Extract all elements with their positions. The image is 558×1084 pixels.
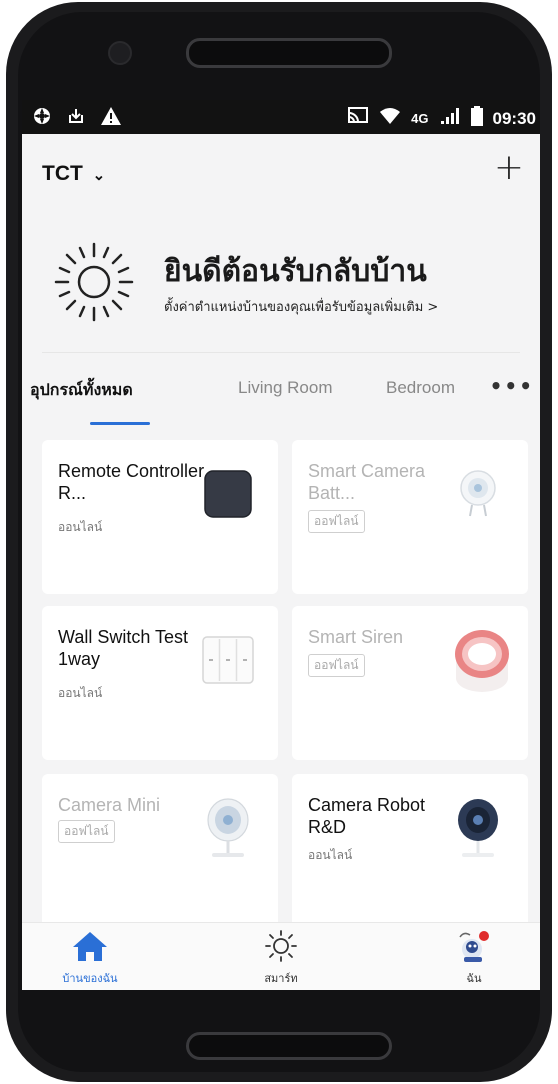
device-name: Camera Mini	[58, 795, 161, 815]
signal-icon	[439, 107, 461, 130]
wall-switch-icon	[202, 636, 254, 684]
nav-label: ฉัน	[466, 972, 482, 985]
device-card-wall-switch[interactable]: Wall Switch Test 1way ออนไลน์	[42, 606, 278, 760]
device-status: ออนไลน์	[58, 520, 103, 534]
welcome-title: ยินดีต้อนรับกลับบ้าน	[164, 254, 427, 289]
device-card-camera-robot[interactable]: Camera Robot R&D ออนไลน์	[292, 774, 528, 928]
smart-camera-icon	[460, 470, 496, 517]
app-header: TCT ⌄ +	[22, 134, 540, 214]
status-bar-notifications	[32, 106, 122, 131]
device-card-remote-controller[interactable]: Remote Controller R... ออนไลน์	[42, 440, 278, 594]
welcome-banner[interactable]: ยินดีต้อนรับกลับบ้าน ตั้งค่าตำแหน่งบ้านข…	[22, 240, 540, 340]
network-type-label: 4G	[411, 111, 429, 126]
clock: 09:30	[492, 108, 536, 128]
room-tabs: อุปกรณ์ทั้งหมด Living Room Bedroom •••	[22, 368, 540, 428]
device-card-camera-mini[interactable]: Camera Mini ออฟไลน์	[42, 774, 278, 928]
divider	[42, 352, 520, 353]
download-icon	[66, 106, 86, 131]
active-tab-indicator	[90, 422, 150, 425]
earpiece-speaker	[186, 38, 392, 68]
sun-icon	[54, 242, 134, 322]
device-name: Smart Siren	[308, 627, 404, 647]
nav-label: บ้านของฉัน	[62, 972, 118, 985]
smart-sun-icon	[265, 930, 297, 962]
tab-all-devices[interactable]: อุปกรณ์ทั้งหมด	[30, 378, 133, 403]
app-screen: 4G 09:30 TCT ⌄ + ยินดีต้อนรับกลับบ้าน ตั…	[22, 100, 540, 990]
tab-bedroom[interactable]: Bedroom	[386, 378, 455, 398]
home-icon	[73, 932, 107, 961]
add-device-button[interactable]: +	[494, 150, 524, 186]
nav-smart[interactable]: สมาร์ท	[231, 929, 331, 987]
offline-badge: ออฟไลน์	[308, 510, 365, 533]
nav-me[interactable]: ฉัน	[424, 929, 524, 987]
device-card-smart-siren[interactable]: Smart Siren ออฟไลน์	[292, 606, 528, 760]
status-bar-system: 4G 09:30	[347, 106, 536, 131]
chevron-down-icon: ⌄	[92, 167, 106, 184]
device-card-smart-camera-battery[interactable]: Smart Camera Batt... ออฟไลน์	[292, 440, 528, 594]
device-name: Remote Controller R...	[58, 461, 205, 503]
offline-badge: ออฟไลน์	[308, 654, 365, 677]
nav-label: สมาร์ท	[264, 972, 298, 985]
hardware-home-button[interactable]	[186, 1032, 392, 1060]
battery-icon	[470, 106, 483, 131]
profile-avatar-icon	[459, 931, 489, 962]
device-status: ออนไลน์	[58, 686, 103, 700]
remote-controller-icon	[204, 470, 252, 518]
nav-my-home[interactable]: บ้านของฉัน	[40, 929, 140, 987]
tab-living-room[interactable]: Living Room	[238, 378, 333, 398]
offline-badge: ออฟไลน์	[58, 820, 115, 843]
more-icon[interactable]: •••	[490, 374, 534, 398]
home-selector[interactable]: TCT ⌄	[42, 162, 105, 186]
warning-icon	[100, 106, 122, 131]
camera-mini-icon	[207, 798, 249, 857]
front-camera	[108, 41, 132, 65]
camera-robot-icon	[458, 799, 498, 857]
device-name: Smart Camera Batt...	[308, 461, 426, 503]
cast-icon	[347, 107, 369, 130]
welcome-subtitle-link[interactable]: ตั้งค่าตำแหน่งบ้านของคุณเพื่อรับข้อมูลเพ…	[164, 296, 438, 317]
siren-icon	[455, 630, 509, 692]
device-name: Camera Robot R&D	[308, 795, 426, 837]
device-status: ออนไลน์	[308, 848, 353, 862]
status-bar: 4G 09:30	[22, 100, 540, 134]
home-name: TCT	[42, 162, 83, 185]
settings-icon	[32, 106, 52, 131]
bottom-navigation: บ้านของฉัน สมาร์ท ฉัน	[22, 922, 540, 990]
device-name: Wall Switch Test 1way	[58, 627, 189, 669]
wifi-icon	[379, 107, 401, 130]
